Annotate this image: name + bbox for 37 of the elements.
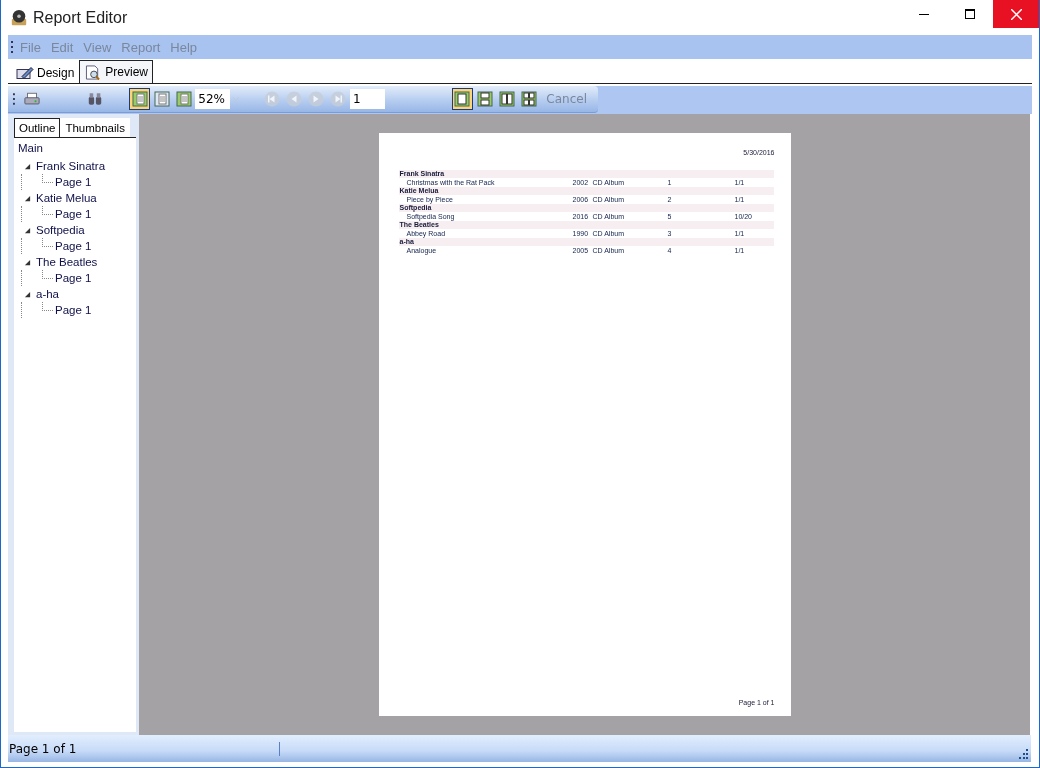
expander-icon[interactable] xyxy=(24,258,31,266)
tree-item[interactable]: Main xyxy=(18,142,136,158)
expander-icon[interactable] xyxy=(24,162,31,170)
grip-icon xyxy=(11,40,14,54)
binoculars-icon xyxy=(86,91,103,107)
window-title: Report Editor xyxy=(33,8,128,27)
expander-icon[interactable] xyxy=(24,290,31,298)
tab[interactable]: Preview xyxy=(79,60,154,83)
page-field[interactable]: 1 xyxy=(350,89,385,109)
resize-grip-icon xyxy=(1017,748,1029,760)
expander-icon[interactable] xyxy=(24,194,31,202)
pencil-icon xyxy=(16,65,34,81)
zoom-field[interactable]: 52% xyxy=(195,89,230,109)
tree-item[interactable]: Page 1 xyxy=(55,304,92,316)
page-layout-button[interactable] xyxy=(496,88,518,110)
maximize-icon xyxy=(965,9,975,19)
tree-item[interactable]: Softpedia xyxy=(33,224,85,236)
expander-icon[interactable] xyxy=(24,226,31,234)
status-text: Page 1 of 1 xyxy=(8,741,78,756)
tree-item[interactable]: Page 1 xyxy=(55,240,92,252)
view-mode-button[interactable] xyxy=(129,88,151,110)
tree-item[interactable]: Page 1 xyxy=(55,208,92,220)
page-layout-button[interactable] xyxy=(474,88,496,110)
tree-item[interactable]: Page 1 xyxy=(55,176,92,188)
tree-item[interactable]: Katie Melua xyxy=(33,192,97,204)
close-icon xyxy=(1010,8,1022,20)
dropdown-icon xyxy=(231,95,240,103)
tab[interactable]: Thumbnails xyxy=(60,118,130,137)
tree-item[interactable]: The Beatles xyxy=(33,256,98,268)
tree-item[interactable]: a-ha xyxy=(33,288,60,300)
page-layout-button[interactable] xyxy=(518,88,540,110)
page-layout-button[interactable] xyxy=(451,88,473,110)
tree-item[interactable]: Page 1 xyxy=(55,272,92,284)
tab[interactable]: Outline xyxy=(14,118,61,137)
tree-item[interactable]: Frank Sinatra xyxy=(33,160,106,172)
app-icon xyxy=(10,8,28,27)
grip-icon xyxy=(13,92,16,106)
